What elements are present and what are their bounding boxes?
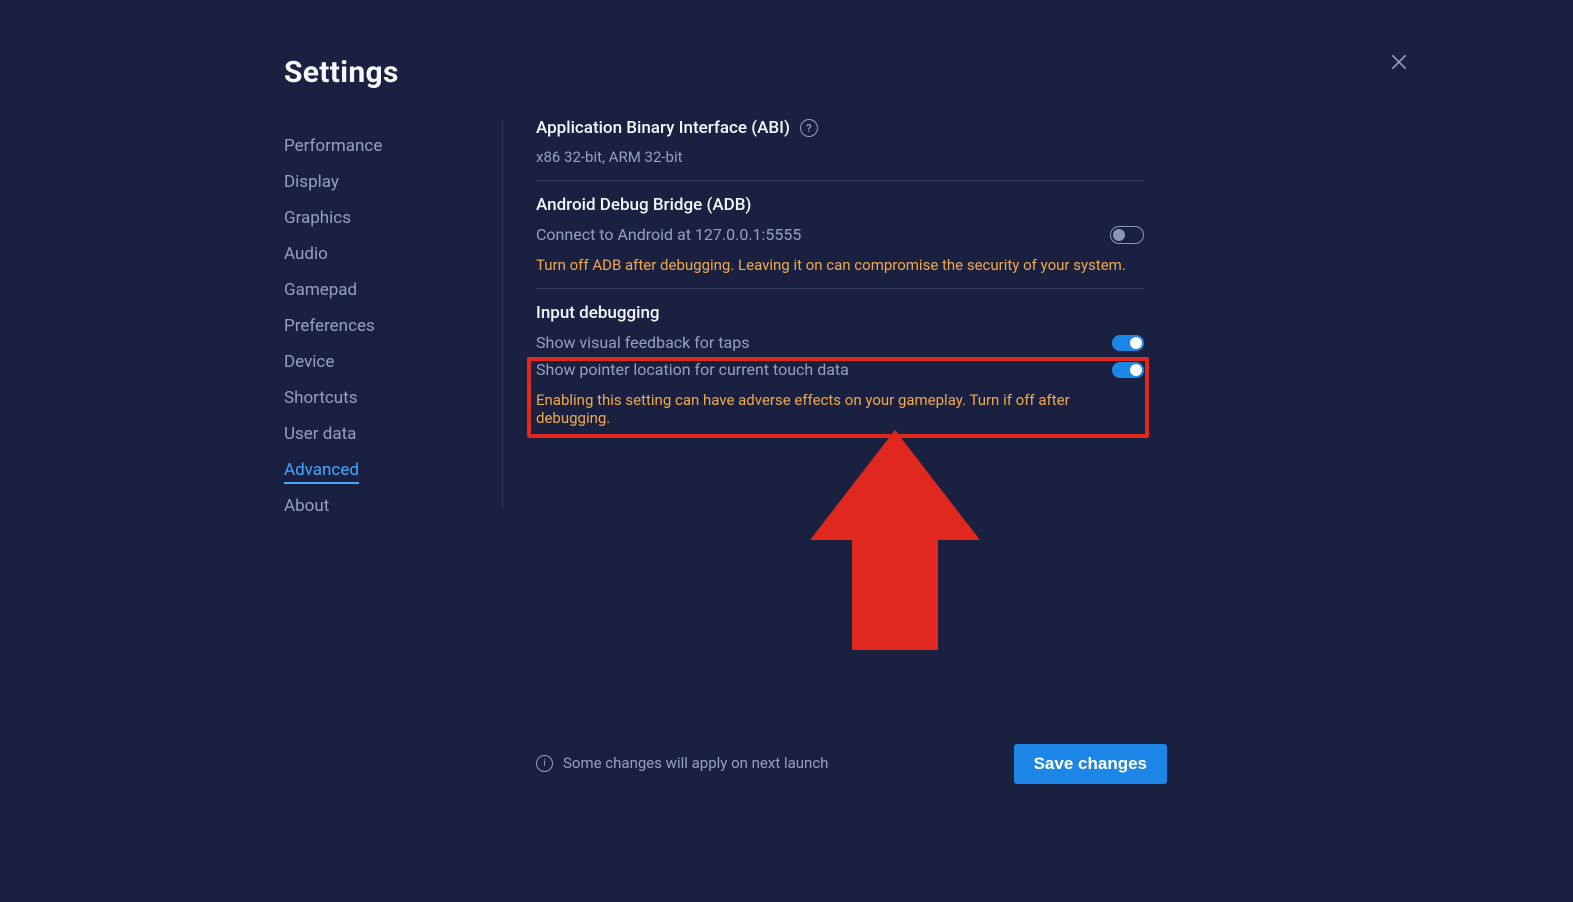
- pointer-label: Show pointer location for current touch …: [536, 360, 849, 379]
- taps-label: Show visual feedback for taps: [536, 333, 749, 352]
- abi-section: Application Binary Interface (ABI) ? x86…: [536, 118, 1144, 181]
- sidebar-item-audio[interactable]: Audio: [284, 236, 484, 272]
- pointer-toggle[interactable]: [1112, 362, 1144, 378]
- adb-toggle[interactable]: [1110, 226, 1144, 244]
- close-icon: [1389, 52, 1409, 72]
- input-debug-section: Input debugging Show visual feedback for…: [536, 303, 1144, 441]
- help-icon[interactable]: ?: [800, 119, 818, 137]
- adb-heading: Android Debug Bridge (ADB): [536, 195, 751, 215]
- sidebar-item-device[interactable]: Device: [284, 344, 484, 380]
- sidebar-item-user-data[interactable]: User data: [284, 416, 484, 452]
- sidebar-item-about[interactable]: About: [284, 488, 484, 524]
- adb-warning: Turn off ADB after debugging. Leaving it…: [536, 256, 1144, 274]
- info-icon: i: [536, 755, 553, 772]
- footer-note-text: Some changes will apply on next launch: [563, 754, 828, 772]
- adb-section: Android Debug Bridge (ADB) Connect to An…: [536, 195, 1144, 289]
- taps-toggle[interactable]: [1112, 335, 1144, 351]
- save-changes-button[interactable]: Save changes: [1014, 744, 1167, 784]
- abi-value: x86 32-bit, ARM 32-bit: [536, 148, 1144, 166]
- sidebar-item-performance[interactable]: Performance: [284, 128, 484, 164]
- input-debug-heading: Input debugging: [536, 303, 660, 323]
- input-debug-warning: Enabling this setting can have adverse e…: [536, 391, 1144, 427]
- sidebar-item-shortcuts[interactable]: Shortcuts: [284, 380, 484, 416]
- sidebar-item-display[interactable]: Display: [284, 164, 484, 200]
- sidebar-item-gamepad[interactable]: Gamepad: [284, 272, 484, 308]
- abi-heading: Application Binary Interface (ABI): [536, 118, 790, 138]
- adb-connect-label: Connect to Android at 127.0.0.1:5555: [536, 225, 801, 244]
- sidebar-item-preferences[interactable]: Preferences: [284, 308, 484, 344]
- sidebar-item-graphics[interactable]: Graphics: [284, 200, 484, 236]
- page-title: Settings: [284, 55, 399, 90]
- settings-content: Application Binary Interface (ABI) ? x86…: [536, 118, 1144, 455]
- sidebar-divider: [502, 120, 503, 508]
- settings-sidebar: Performance Display Graphics Audio Gamep…: [284, 128, 484, 524]
- close-button[interactable]: [1385, 48, 1413, 76]
- footer-note: i Some changes will apply on next launch: [536, 754, 828, 772]
- sidebar-item-advanced[interactable]: Advanced: [284, 452, 484, 488]
- annotation-arrow-icon: [810, 430, 980, 650]
